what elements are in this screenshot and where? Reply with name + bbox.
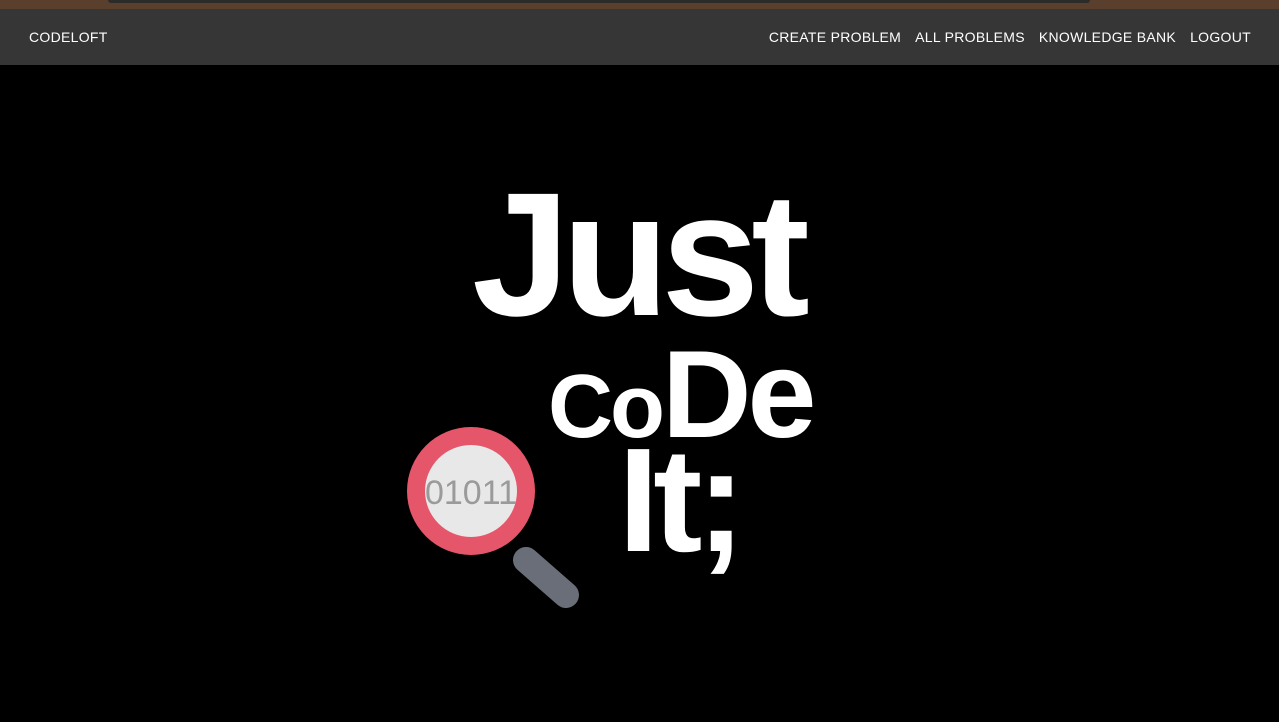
nav-links: CREATE PROBLEM ALL PROBLEMS KNOWLEDGE BA… — [769, 29, 1251, 45]
magnifier-binary-text: 01011 — [425, 474, 517, 512]
nav-all-problems[interactable]: ALL PROBLEMS — [915, 29, 1025, 45]
logo-word-it: It; — [618, 418, 746, 583]
nav-logout[interactable]: LOGOUT — [1190, 29, 1251, 45]
navbar: CODELOFT CREATE PROBLEM ALL PROBLEMS KNO… — [0, 9, 1279, 65]
hero-section: Just CoDe It; 01011 — [0, 65, 1279, 722]
logo-word-just: Just — [472, 157, 810, 353]
magnifier-icon: 01011 — [407, 427, 579, 608]
magnifier-handle — [513, 547, 579, 608]
browser-top-strip — [0, 0, 1279, 9]
nav-create-problem[interactable]: CREATE PROBLEM — [769, 29, 901, 45]
nav-knowledge-bank[interactable]: KNOWLEDGE BANK — [1039, 29, 1176, 45]
browser-top-strip-inner — [108, 0, 1090, 3]
just-code-it-logo: Just CoDe It; 01011 — [380, 157, 880, 608]
brand-link[interactable]: CODELOFT — [29, 29, 108, 45]
